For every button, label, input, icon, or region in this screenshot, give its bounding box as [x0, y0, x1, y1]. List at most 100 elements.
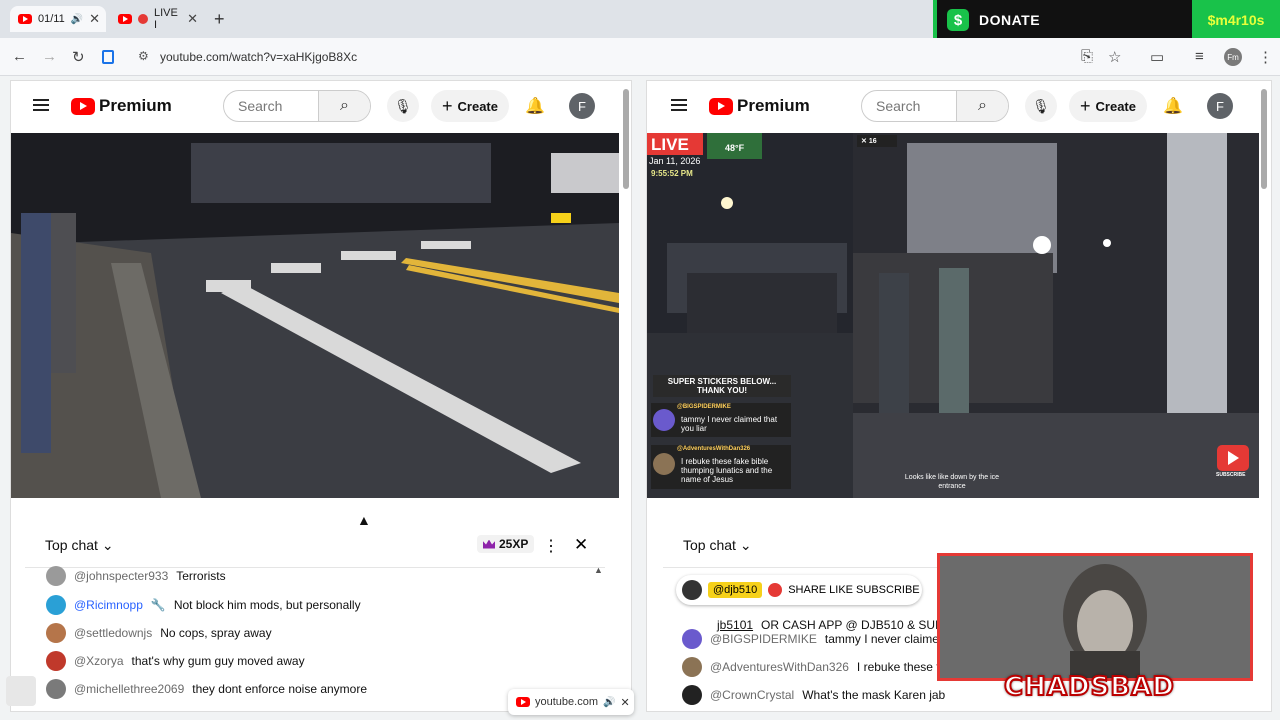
chat-username[interactable]: @AdventuresWithDan326 — [710, 660, 849, 674]
notifications-bell-icon[interactable]: 🔔 — [1163, 96, 1183, 116]
chat-username[interactable]: @CrownCrystal — [710, 688, 794, 702]
close-tab-icon[interactable]: ✕ — [187, 11, 198, 27]
search-input[interactable]: Search ⌕ — [223, 90, 371, 122]
forward-icon[interactable]: → — [42, 48, 57, 65]
top-chat-label: Top chat — [683, 537, 736, 553]
browser-toolbar: ← → ↻ ⚙ youtube.com/watch?v=xaHKjgoB8Xc … — [0, 38, 1280, 76]
xp-badge[interactable]: 25XP — [477, 535, 535, 553]
top-chat-dropdown[interactable]: Top chat ⌄ — [683, 537, 752, 554]
chat-text: tammy I never claimed — [824, 632, 946, 646]
top-chat-label: Top chat — [45, 537, 98, 553]
chevron-down-icon: ⌄ — [739, 537, 752, 553]
cashapp-icon: $ — [947, 9, 969, 31]
page-scrollbar[interactable] — [1261, 89, 1267, 189]
taskbar-avatar[interactable] — [6, 676, 36, 706]
chat-text: they dont enforce noise anymore — [192, 682, 368, 696]
close-chat-icon[interactable]: ✕ — [574, 535, 588, 555]
close-popup-icon[interactable]: ✕ — [620, 696, 629, 709]
new-tab-button[interactable]: + — [214, 9, 225, 30]
overlay-comment-user: @BIGSPIDERMIKE — [677, 404, 731, 410]
chat-username[interactable]: @settledownjs — [74, 626, 152, 640]
account-avatar[interactable]: F — [569, 93, 595, 119]
create-label: Create — [457, 98, 498, 114]
reading-list-icon[interactable]: ≡ — [1195, 48, 1204, 65]
streamer-name-banner: CHADSBAD — [1003, 671, 1175, 703]
chat-text: No cops, spray away — [160, 626, 272, 640]
chat-text: Not block him mods, but personally — [173, 598, 361, 612]
plus-icon: + — [442, 95, 453, 116]
avatar — [46, 679, 66, 699]
youtube-premium-logo[interactable]: Premium — [71, 96, 172, 116]
youtube-premium-logo[interactable]: Premium — [709, 96, 810, 116]
notifications-bell-icon[interactable]: 🔔 — [525, 96, 545, 116]
chat-more-icon[interactable]: ⋮ — [543, 536, 559, 556]
mic-icon[interactable]: 🎙 — [1025, 90, 1057, 122]
url-text: youtube.com/watch?v=xaHKjgoB8Xc — [160, 50, 358, 64]
scroll-up-icon[interactable]: ▲ — [594, 565, 603, 575]
search-icon[interactable]: ⌕ — [318, 91, 370, 121]
chat-message: @settledownjs No cops, spray away — [46, 620, 272, 646]
crown-icon — [483, 539, 495, 549]
pinned-message[interactable]: @djb510 SHARE LIKE SUBSCRIBE — [676, 575, 922, 605]
create-button[interactable]: + Create — [431, 90, 509, 122]
tab-search-icon[interactable]: ▭ — [1150, 48, 1164, 66]
wrench-moderator-icon: 🔧 — [150, 598, 166, 612]
create-button[interactable]: + Create — [1069, 90, 1147, 122]
video-player[interactable] — [11, 133, 619, 498]
tab-second[interactable]: LIVE I ✕ — [110, 6, 206, 32]
logo-text: Premium — [99, 96, 172, 115]
site-info-icon[interactable]: ⚙ — [138, 49, 149, 63]
account-avatar[interactable]: F — [1207, 93, 1233, 119]
search-input[interactable]: Search ⌕ — [861, 90, 1009, 122]
chat-username[interactable]: @Ricimnopp — [74, 598, 143, 612]
overlay-comment-user: @AdventuresWithDan326 — [677, 446, 751, 452]
back-icon[interactable]: ← — [12, 48, 27, 65]
donate-overlay: $ DONATE $m4r10s — [933, 0, 1280, 40]
viewers-icon: ✕ — [861, 138, 869, 145]
profile-avatar[interactable]: Fm — [1224, 48, 1242, 66]
sidebar-panel-icon[interactable] — [102, 50, 114, 64]
close-tab-icon[interactable]: ✕ — [89, 11, 100, 27]
temperature-text: 48°F — [725, 143, 745, 153]
mic-icon[interactable]: 🎙 — [387, 90, 419, 122]
media-control-popup[interactable]: youtube.com 🔊 ✕ — [508, 689, 634, 715]
avatar — [682, 685, 702, 705]
bookmark-star-icon[interactable]: ☆ — [1108, 48, 1121, 66]
webcam-overlay — [937, 553, 1253, 681]
top-chat-dropdown[interactable]: Top chat ⌄ — [45, 537, 114, 554]
install-icon[interactable]: ⎘ — [1081, 48, 1093, 65]
hamburger-menu-icon[interactable] — [33, 99, 49, 111]
chat-username[interactable]: @michellethree2069 — [74, 682, 184, 696]
speaker-icon[interactable]: 🔊 — [603, 697, 615, 708]
overlay-comment-text: I rebuke these fake bible thumping lunat… — [681, 457, 773, 484]
avatar — [682, 580, 702, 600]
reload-icon[interactable]: ↻ — [72, 48, 85, 66]
split-stream-frame — [647, 133, 1259, 498]
chat-username[interactable]: @Xzorya — [74, 654, 124, 668]
time-text: 9:55:52 PM — [651, 169, 693, 178]
hamburger-menu-icon[interactable] — [671, 99, 687, 111]
record-icon — [768, 583, 783, 597]
chat-message: @Ricimnopp 🔧 Not block him mods, but per… — [46, 592, 361, 618]
chat-text: I rebuke these f — [856, 660, 940, 674]
pinned-text: SHARE LIKE SUBSCRIBE — [788, 584, 920, 596]
menu-dots-icon[interactable]: ⋮ — [1258, 48, 1273, 66]
youtube-header: Premium Search ⌕ 🎙 + Create 🔔 F — [647, 81, 1271, 133]
tab-active[interactable]: 01/11 🔊 ✕ — [10, 6, 106, 32]
chat-username[interactable]: @johnspecter933 — [74, 569, 168, 583]
donate-label: DONATE — [979, 12, 1041, 28]
address-bar[interactable]: ⚙ youtube.com/watch?v=xaHKjgoB8Xc — [130, 44, 1270, 70]
avatar — [46, 566, 66, 586]
chat-message: @AdventuresWithDan326 I rebuke these f — [682, 654, 940, 680]
left-youtube-window: Premium Search ⌕ 🎙 + Create 🔔 F Top chat… — [10, 80, 632, 712]
video-player[interactable]: LIVE Jan 11, 2026 9:55:52 PM 48°F ✕ 16 S… — [647, 133, 1259, 498]
street-video-frame — [11, 133, 619, 498]
chat-message: @michellethree2069 they dont enforce noi… — [46, 676, 367, 702]
popup-site-label: youtube.com — [535, 696, 598, 708]
search-icon[interactable]: ⌕ — [956, 91, 1008, 121]
chat-username[interactable]: @BIGSPIDERMIKE — [710, 632, 817, 646]
caption-text: Looks like like down by the ice entrance — [904, 474, 1000, 490]
avatar — [46, 623, 66, 643]
page-scrollbar[interactable] — [623, 89, 629, 189]
date-text: Jan 11, 2026 — [649, 156, 701, 166]
